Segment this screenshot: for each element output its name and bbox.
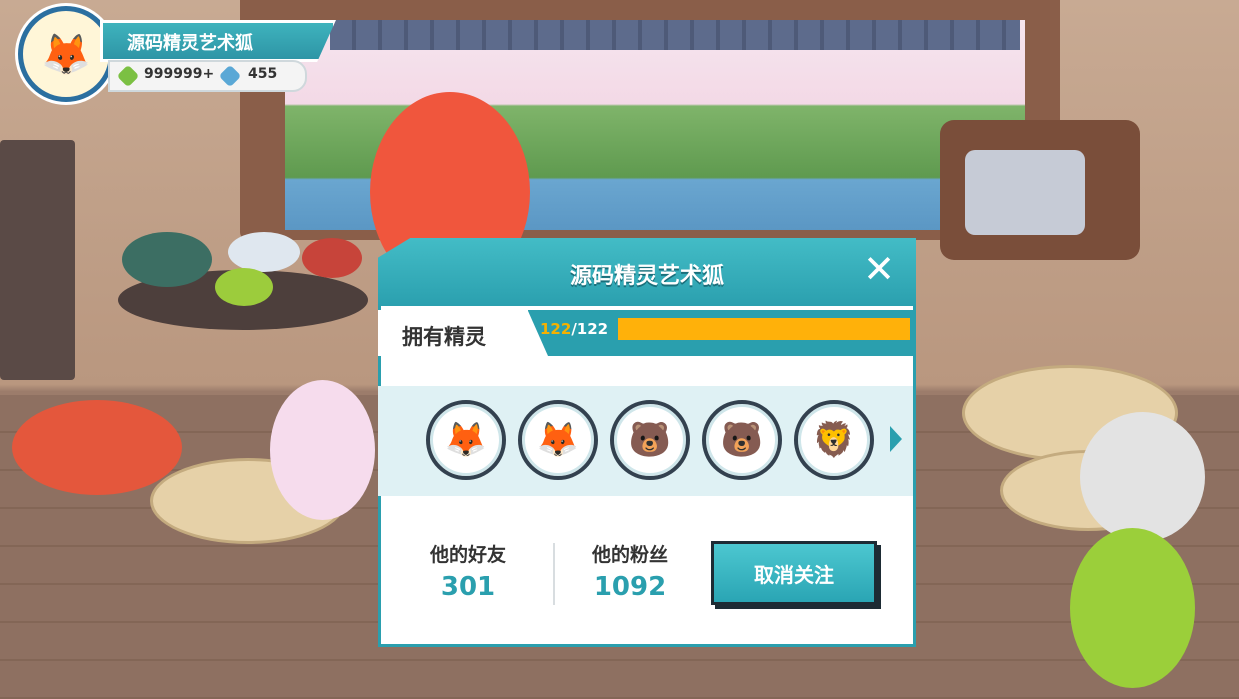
crab-sprite[interactable]: [12, 400, 182, 495]
player-badge[interactable]: 🦊 源码精灵艺术狐 999999+ 455: [18, 6, 338, 102]
next-arrow-icon[interactable]: [890, 426, 902, 452]
flame-lion-sprite[interactable]: 🦁: [794, 400, 874, 480]
roof-tiles: [330, 20, 1020, 50]
owned-count-current: 122: [540, 320, 572, 338]
panel-title: 源码精灵艺术狐: [569, 264, 724, 289]
fans-label: 他的粉丝: [591, 544, 668, 566]
owned-progress-fill: [618, 318, 910, 340]
fire-bear-sprite[interactable]: 🐻: [702, 400, 782, 480]
tab-owned-sprites-label: 拥有精灵: [402, 325, 486, 349]
koala-sprite[interactable]: [1080, 412, 1205, 542]
bear-cub-sprite[interactable]: 🐻: [610, 400, 690, 480]
unfollow-button[interactable]: 取消关注: [711, 541, 877, 605]
resource-bar: 999999+ 455: [108, 60, 307, 92]
friends-label: 他的好友: [429, 544, 506, 566]
green-tea-cup: [215, 268, 273, 306]
blue-gem-icon: [218, 64, 242, 88]
pink-sprite[interactable]: [270, 380, 375, 520]
player-name: 源码精灵艺术狐: [127, 33, 253, 54]
tab-owned-sprites[interactable]: 拥有精灵: [378, 310, 548, 356]
owned-count-total: /122: [571, 320, 609, 338]
tv-screen: [965, 150, 1085, 235]
profile-panel: 源码精灵艺术狐 ✕ 拥有精灵 122/122 🦊 🦊 🐻 🐻 🦁 他的好友 30…: [378, 238, 916, 650]
soup-bowl: [302, 238, 362, 278]
fox-avatar-icon[interactable]: 🦊: [18, 6, 114, 102]
close-icon[interactable]: ✕: [858, 248, 900, 290]
drawer-cabinet: [0, 140, 75, 380]
blue-gem-count: 455: [248, 66, 278, 82]
tea-bowl: [228, 232, 300, 272]
friends-count: 301: [440, 572, 496, 602]
masked-fox-sprite[interactable]: 🦊: [518, 400, 598, 480]
sprite-carousel: 🦊 🦊 🐻 🐻 🦁: [378, 386, 913, 496]
stats-divider: [553, 543, 555, 605]
owned-progress-bar: [618, 318, 910, 340]
dino-sprite[interactable]: [1070, 528, 1195, 688]
green-gem-count: 999999+: [144, 66, 215, 82]
red-fox-sprite[interactable]: 🦊: [426, 400, 506, 480]
player-name-plate: 源码精灵艺术狐: [100, 20, 336, 62]
fans-count: 1092: [593, 572, 667, 602]
green-gem-icon: [116, 64, 140, 88]
telephone: [122, 232, 212, 287]
owned-count: 122/122: [540, 320, 608, 338]
